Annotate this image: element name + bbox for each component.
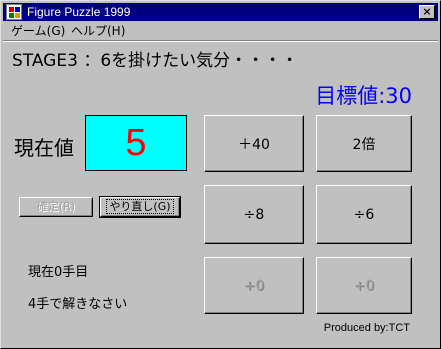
op-label: +0 (353, 277, 375, 294)
op-label: ＋40 (238, 136, 270, 153)
title-bar[interactable]: Figure Puzzle 1999 × (3, 3, 438, 21)
op-button-div8[interactable]: ÷8 (204, 185, 304, 244)
op-button-plus40[interactable]: ＋40 (204, 115, 304, 172)
credits-text: Produced by:TCT (323, 322, 410, 334)
app-icon[interactable] (6, 4, 22, 20)
op-button-plus0-left[interactable]: +0 (204, 257, 304, 314)
current-value-display: 5 (85, 115, 187, 171)
target-value: 目標値:30 (315, 84, 412, 108)
op-button-plus0-right[interactable]: +0 (316, 257, 412, 314)
instruction-text: 4手で解きなさい (28, 297, 128, 312)
menu-divider (3, 40, 438, 42)
current-value-label: 現在値 (14, 136, 74, 160)
game-window: Figure Puzzle 1999 × ゲーム(G) ヘルプ(H) STAGE… (0, 0, 441, 349)
op-label: +0 (243, 277, 265, 294)
menu-game[interactable]: ゲーム(G) (11, 24, 65, 38)
close-icon[interactable]: × (419, 5, 435, 19)
op-label: 2倍 (352, 136, 376, 153)
op-label: ÷6 (353, 206, 375, 223)
redo-button-label: やり直し(G) (106, 199, 174, 214)
move-count: 現在0手目 (28, 265, 89, 280)
stage-title: STAGE3 ：6を掛けたい気分・・・・ (12, 51, 299, 71)
redo-button[interactable]: やり直し(G) (99, 196, 181, 218)
menu-bar: ゲーム(G) ヘルプ(H) (3, 22, 438, 40)
op-label: ÷8 (243, 206, 265, 223)
confirm-button[interactable]: 確定(R) (19, 197, 93, 217)
window-title: Figure Puzzle 1999 (27, 5, 131, 19)
op-button-double[interactable]: 2倍 (316, 115, 412, 172)
op-button-div6[interactable]: ÷6 (316, 185, 412, 244)
menu-help[interactable]: ヘルプ(H) (71, 24, 125, 38)
